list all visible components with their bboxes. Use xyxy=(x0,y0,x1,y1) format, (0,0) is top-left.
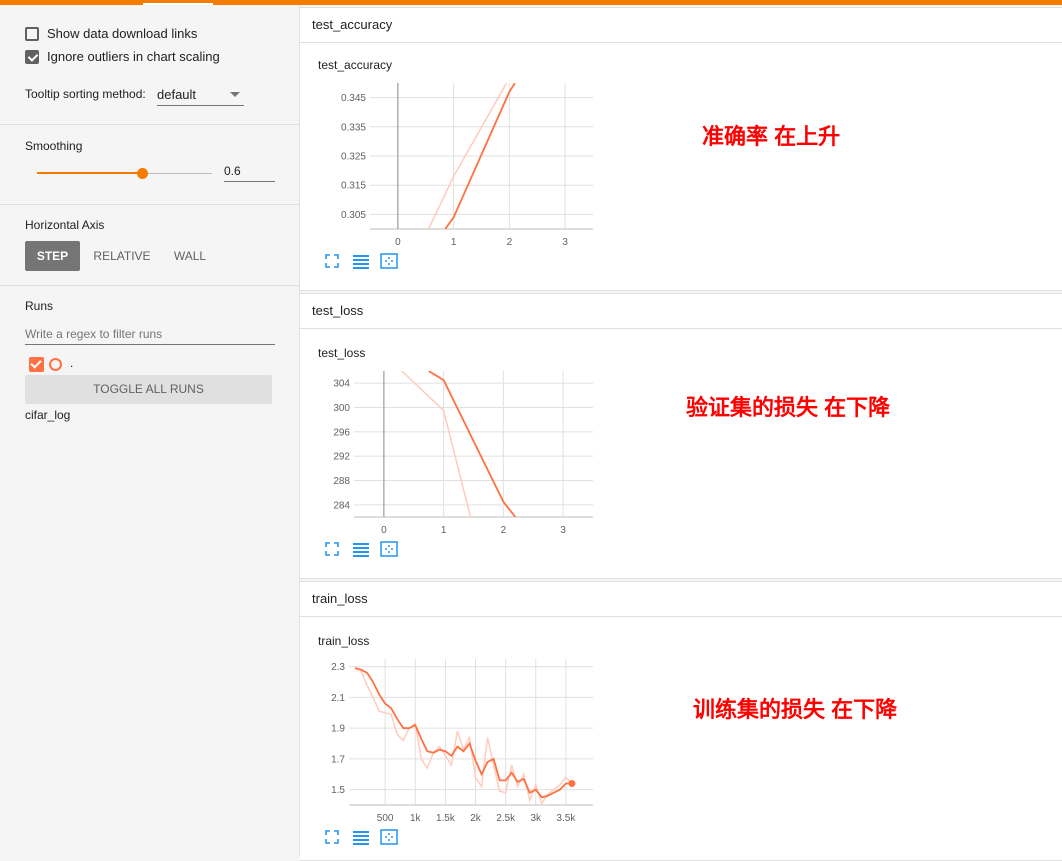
run-filter-input[interactable] xyxy=(25,323,275,345)
y-tick-label: 288 xyxy=(333,476,350,487)
x-tick-label: 2.5k xyxy=(496,813,516,824)
toggle-log-scale-icon[interactable] xyxy=(352,253,370,269)
chart-toolbar xyxy=(324,253,398,269)
runs-label: Runs xyxy=(25,299,54,313)
y-tick-label: 292 xyxy=(333,452,350,463)
x-tick-label: 2 xyxy=(507,237,513,248)
fit-domain-icon[interactable] xyxy=(380,829,398,845)
y-tick-label: 0.335 xyxy=(341,122,366,133)
run-checkbox[interactable] xyxy=(29,357,44,372)
x-tick-label: 2k xyxy=(470,813,482,824)
group-title[interactable]: test_accuracy xyxy=(300,8,1062,43)
y-tick-label: 1.5 xyxy=(331,785,345,796)
series-line-raw xyxy=(401,371,472,517)
expand-icon[interactable] xyxy=(324,541,342,557)
x-tick-label: 2 xyxy=(501,525,507,536)
group-test-accuracy: test_accuracy test_accuracy 0.305 0.315 0.… xyxy=(300,7,1062,291)
log-dir-label: cifar_log xyxy=(25,408,71,422)
x-tick-label: 1 xyxy=(441,525,447,536)
x-tick-label: 1 xyxy=(451,237,457,248)
group-train-loss: train_loss train_loss 1.5 1.7 1.9 2.1 2.3 500… xyxy=(300,581,1062,861)
fit-domain-icon[interactable] xyxy=(380,541,398,557)
smoothing-value-input[interactable]: 0.6 xyxy=(224,164,275,182)
smoothing-label: Smoothing xyxy=(25,139,83,153)
ignore-outliers-label: Ignore outliers in chart scaling xyxy=(47,49,220,64)
smoothing-slider-thumb[interactable] xyxy=(137,168,148,179)
y-tick-label: 2.1 xyxy=(331,693,345,704)
main-panel: test_accuracy test_accuracy 0.305 0.315 0.… xyxy=(300,5,1062,861)
x-tick-label: 1.5k xyxy=(436,813,456,824)
expand-icon[interactable] xyxy=(324,829,342,845)
y-tick-label: 2.3 xyxy=(331,662,345,673)
axis-relative-button[interactable]: RELATIVE xyxy=(88,241,156,271)
x-tick-label: 3.5k xyxy=(556,813,576,824)
annotation-text: 训练集的损失 在下降 xyxy=(693,697,898,722)
y-tick-label: 300 xyxy=(333,403,350,414)
axis-step-button[interactable]: STEP xyxy=(25,241,80,271)
y-tick-label: 0.325 xyxy=(341,152,366,163)
chart-title: train_loss xyxy=(318,634,370,648)
chart-test-accuracy[interactable]: 0.305 0.315 0.325 0.335 0.345 0 1 2 3 xyxy=(300,78,610,253)
show-download-links-label: Show data download links xyxy=(47,26,198,41)
chart-title: test_accuracy xyxy=(318,58,393,72)
axis-wall-button[interactable]: WALL xyxy=(166,241,214,271)
toggle-log-scale-icon[interactable] xyxy=(352,541,370,557)
ignore-outliers-checkbox[interactable]: Ignore outliers in chart scaling xyxy=(25,49,220,64)
horizontal-axis-label: Horizontal Axis xyxy=(25,218,105,232)
checkbox-icon xyxy=(25,26,39,41)
series-line-raw xyxy=(354,666,573,805)
checkbox-checked-icon xyxy=(25,49,39,64)
toggle-log-scale-icon[interactable] xyxy=(352,829,370,845)
chart-test-loss[interactable]: 284 288 292 296 300 304 0 1 2 3 xyxy=(300,366,610,541)
y-tick-label: 1.7 xyxy=(331,754,345,765)
expand-icon[interactable] xyxy=(324,253,342,269)
group-title[interactable]: train_loss xyxy=(300,582,1062,617)
chart-toolbar xyxy=(324,541,398,557)
smoothing-slider[interactable] xyxy=(37,168,212,179)
y-tick-label: 304 xyxy=(333,379,350,390)
x-tick-label: 500 xyxy=(377,813,394,824)
group-test-loss: test_loss test_loss 284 288 292 296 300 304 0 1… xyxy=(300,293,1062,579)
y-tick-label: 296 xyxy=(333,427,350,438)
run-color-circle-icon[interactable] xyxy=(49,358,62,371)
smoothing-slider-fill xyxy=(37,172,142,174)
y-tick-label: 1.9 xyxy=(331,724,345,735)
series-line-smoothed xyxy=(428,371,517,517)
chart-title: test_loss xyxy=(318,346,366,360)
chart-train-loss[interactable]: 1.5 1.7 1.9 2.1 2.3 500 1k 1.5k 2k 2.5k 3k 3.5k xyxy=(300,654,610,829)
series-line-smoothed xyxy=(354,667,572,799)
toggle-all-runs-button[interactable]: TOGGLE ALL RUNS xyxy=(25,375,272,404)
x-tick-label: 1k xyxy=(410,813,422,824)
annotation-text: 验证集的损失 在下降 xyxy=(686,395,891,420)
tooltip-sorting-value: default xyxy=(157,87,197,102)
tooltip-sorting-label: Tooltip sorting method: xyxy=(25,87,146,101)
annotation-text: 准确率 在上升 xyxy=(702,124,841,149)
run-name: . xyxy=(70,356,74,370)
sidebar: Show data download links Ignore outliers… xyxy=(0,5,300,856)
y-tick-label: 0.305 xyxy=(341,210,366,221)
x-tick-label: 3k xyxy=(530,813,542,824)
show-download-links-checkbox[interactable]: Show data download links xyxy=(25,26,197,41)
dropdown-arrow-icon xyxy=(230,92,240,97)
x-tick-label: 0 xyxy=(381,525,387,536)
tooltip-sorting-select[interactable]: default xyxy=(157,86,244,106)
series-end-point xyxy=(568,779,576,787)
x-tick-label: 3 xyxy=(560,525,566,536)
x-tick-label: 0 xyxy=(395,237,401,248)
chart-toolbar xyxy=(324,829,398,845)
y-tick-label: 0.345 xyxy=(341,93,366,104)
y-tick-label: 284 xyxy=(333,500,350,511)
x-tick-label: 3 xyxy=(562,237,568,248)
y-tick-label: 0.315 xyxy=(341,181,366,192)
fit-domain-icon[interactable] xyxy=(380,253,398,269)
group-title[interactable]: test_loss xyxy=(300,294,1062,329)
